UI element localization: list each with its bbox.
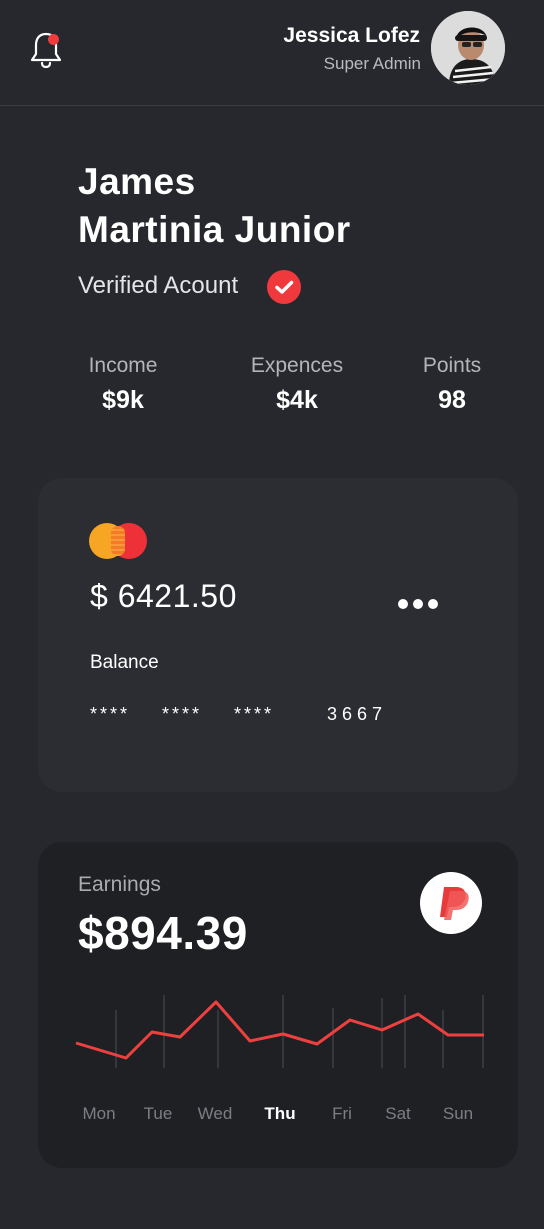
day-label[interactable]: Wed [198,1104,233,1124]
bell-icon[interactable] [28,30,64,70]
top-bar: Jessica Lofez Super Admin [0,0,544,106]
stat-expences: Expences $4k [237,354,357,415]
user-role: Super Admin [323,54,421,73]
balance-card[interactable]: $ 6421.50 Balance **** **** **** 3667 [38,478,518,792]
day-label[interactable]: Fri [332,1104,352,1124]
earnings-label: Earnings [78,873,161,896]
earnings-amount: $894.39 [78,907,248,959]
day-label-active[interactable]: Thu [264,1104,295,1124]
card-number-group: **** [234,704,275,724]
notification-dot [48,34,59,45]
profile-name: James Martinia Junior [78,158,351,254]
stat-label: Points [422,354,482,377]
stat-income: Income $9k [63,354,183,415]
earnings-card: Earnings $894.39 Mon Tue Wed Thu Fri Sat… [38,842,518,1168]
balance-label: Balance [90,652,159,673]
avatar-image [431,11,505,85]
paypal-icon[interactable] [420,872,482,934]
stat-label: Expences [250,354,344,377]
profile-name-line2: Martinia Junior [78,209,351,250]
avatar[interactable] [431,11,505,85]
day-label[interactable]: Sat [385,1104,411,1124]
user-name: Jessica Lofez [283,24,420,47]
card-number-group: **** [162,704,203,724]
day-label[interactable]: Sun [443,1104,473,1124]
day-label[interactable]: Mon [82,1104,115,1124]
card-number-group: **** [90,704,131,724]
card-amount: $ 6421.50 [90,578,237,614]
mastercard-icon [89,523,149,559]
earnings-chart [75,995,484,1068]
stat-value: 98 [438,386,466,414]
profile-name-line1: James [78,161,196,202]
stat-label: Income [88,354,158,377]
card-number-last4: 3667 [327,704,388,724]
verified-check-icon [267,270,301,304]
day-labels: Mon Tue Wed Thu Fri Sat Sun [38,1104,518,1128]
day-label[interactable]: Tue [144,1104,173,1124]
stat-value: $4k [276,386,318,414]
verified-label: Verified Acount [78,272,239,299]
stat-value: $9k [102,386,144,414]
more-options-icon[interactable] [398,596,448,616]
stat-points: Points 98 [392,354,512,415]
